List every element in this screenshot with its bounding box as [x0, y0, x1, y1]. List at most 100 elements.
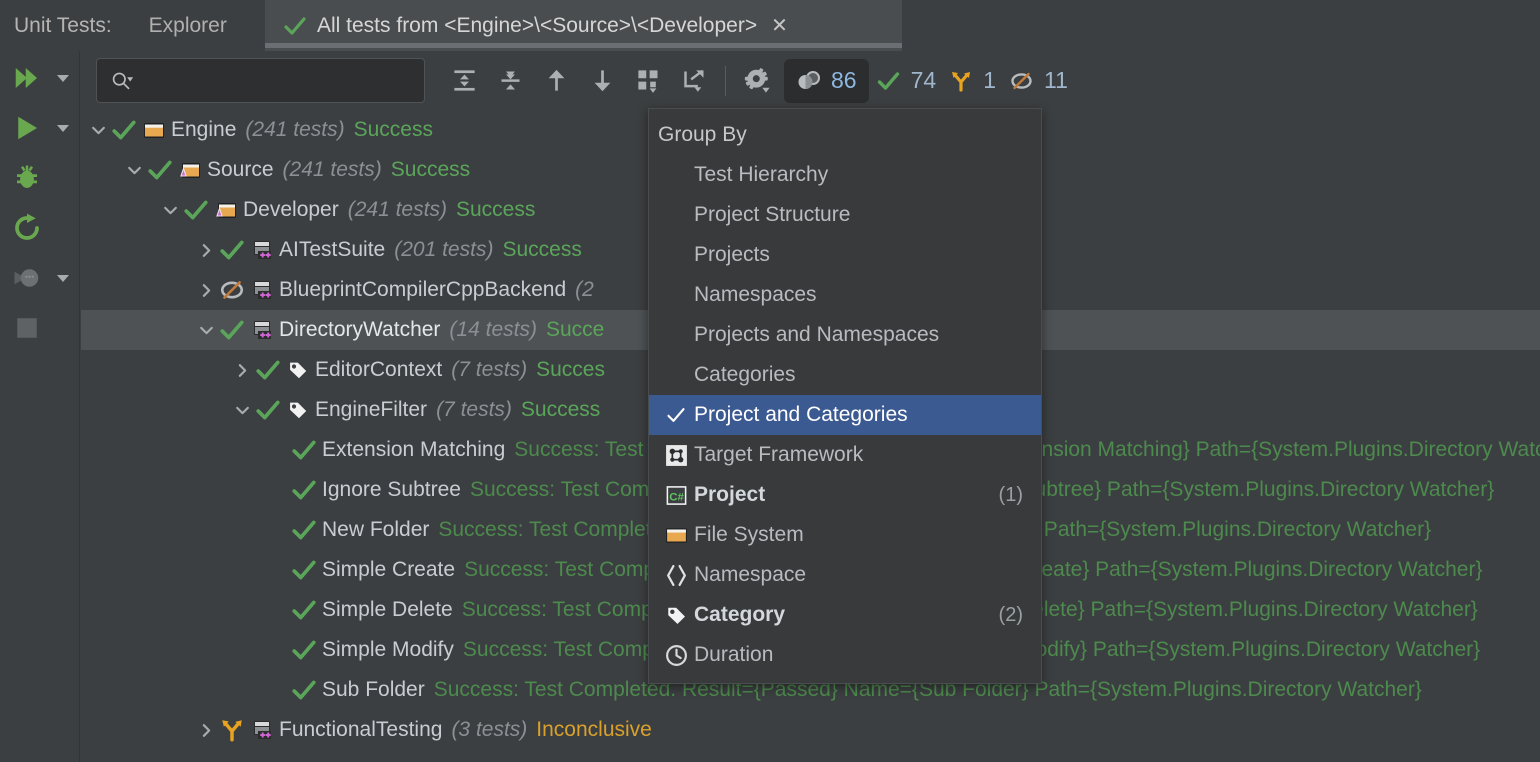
- coverage-button[interactable]: [4, 255, 50, 301]
- tree-twisty-placeholder: [265, 670, 291, 710]
- menu-item-target-framework[interactable]: Target Framework: [649, 435, 1041, 475]
- close-icon[interactable]: ✕: [771, 16, 788, 36]
- tree-row-name: Sub Folder: [322, 678, 425, 702]
- tree-row-status: Succes: [536, 358, 605, 382]
- check-icon: [219, 237, 245, 263]
- tree-twisty-placeholder: [265, 430, 291, 470]
- tree-row-name: AITestSuite: [279, 238, 385, 262]
- tab-explorer[interactable]: Explorer: [149, 14, 227, 38]
- tree-indent: [81, 450, 265, 451]
- debug-button[interactable]: [4, 155, 50, 201]
- chevron-down-icon[interactable]: [121, 150, 147, 190]
- menu-item-project-structure[interactable]: Project Structure: [649, 195, 1041, 235]
- menu-item-label: Namespace: [694, 563, 1023, 587]
- run-all-button[interactable]: [4, 55, 50, 101]
- tree-row-status: Success: [521, 398, 600, 422]
- menu-criteria-list: Target FrameworkC#Project(1) File System N…: [649, 435, 1041, 675]
- tree-row[interactable]: FunctionalTesting (3 tests) Inconclusive: [81, 710, 1540, 750]
- chevron-right-icon[interactable]: [193, 270, 219, 310]
- expand-all-button[interactable]: [441, 58, 487, 104]
- tree-indent: [81, 250, 193, 251]
- menu-item-label: File System: [694, 523, 1023, 547]
- group-by-menu[interactable]: Group By Test HierarchyProject Structure…: [648, 108, 1042, 684]
- menu-item-duration[interactable]: Duration: [649, 635, 1041, 675]
- stop-button[interactable]: [4, 305, 50, 351]
- tree-twisty-placeholder: [265, 550, 291, 590]
- check-icon: [875, 69, 902, 93]
- ignored-tests-counter[interactable]: 11: [1002, 58, 1074, 104]
- tree-row-name: DirectoryWatcher: [279, 318, 440, 342]
- rerun-button[interactable]: [4, 205, 50, 251]
- check-icon: [283, 14, 307, 38]
- menu-item-project-and-categories[interactable]: Project and Categories: [649, 395, 1041, 435]
- run-caret-icon[interactable]: [52, 105, 74, 151]
- tree-row-count: (3 tests): [451, 718, 527, 742]
- unit-tests-window: Unit Tests: Explorer All tests from <Eng…: [0, 0, 1540, 762]
- check-icon: [291, 637, 317, 663]
- chevron-down-icon[interactable]: [85, 110, 111, 150]
- panel-title: Unit Tests:: [0, 14, 112, 38]
- menu-item-projects[interactable]: Projects: [649, 235, 1041, 275]
- source-folder-icon: [178, 158, 202, 182]
- check-icon: [255, 357, 281, 383]
- chevron-down-icon[interactable]: [157, 190, 183, 230]
- coverage-caret-icon[interactable]: [52, 255, 74, 301]
- menu-item-projects-and-namespaces[interactable]: Projects and Namespaces: [649, 315, 1041, 355]
- tree-row-status: Success: [502, 238, 581, 262]
- search-input[interactable]: [96, 58, 425, 103]
- collapse-all-button[interactable]: [487, 58, 533, 104]
- chevron-right-icon[interactable]: [193, 710, 219, 750]
- menu-item-namespace[interactable]: Namespace: [649, 555, 1041, 595]
- menu-item-file-system[interactable]: File System: [649, 515, 1041, 555]
- run-toolbar-rail: [0, 51, 80, 762]
- target-framework-icon: [658, 443, 694, 468]
- menu-item-label: Category: [694, 603, 999, 627]
- tree-indent: [81, 370, 229, 371]
- tree-row-name: FunctionalTesting: [279, 718, 442, 742]
- next-button[interactable]: [579, 58, 625, 104]
- svg-text:C#: C#: [669, 491, 684, 503]
- options-button[interactable]: [734, 58, 780, 104]
- chevron-down-icon[interactable]: [229, 390, 255, 430]
- total-tests-counter[interactable]: 86: [784, 59, 869, 103]
- folder-icon: [142, 118, 166, 142]
- chevron-right-icon[interactable]: [229, 350, 255, 390]
- inconclusive-tests-counter[interactable]: 1: [942, 58, 1002, 104]
- check-icon: [291, 477, 317, 503]
- check-icon: [291, 557, 317, 583]
- passed-tests-counter[interactable]: 74: [869, 58, 943, 104]
- menu-item-count: (1): [999, 484, 1023, 507]
- inconclusive-tests-value: 1: [983, 67, 996, 94]
- tab-label: All tests from <Engine>\<Source>\<Develo…: [317, 14, 757, 38]
- chevron-right-icon[interactable]: [193, 230, 219, 270]
- menu-item-categories[interactable]: Categories: [649, 355, 1041, 395]
- ignored-icon: [1008, 69, 1035, 93]
- menu-item-category[interactable]: Category(2): [649, 595, 1041, 635]
- test-toolbar: 86 74 1: [80, 51, 1540, 110]
- menu-item-test-hierarchy[interactable]: Test Hierarchy: [649, 155, 1041, 195]
- tree-twisty-placeholder: [265, 590, 291, 630]
- tree-row-count: (7 tests): [436, 398, 512, 422]
- group-by-button[interactable]: [625, 58, 671, 104]
- cpp-project-icon: [250, 278, 274, 302]
- tree-row-name: Extension Matching: [322, 438, 505, 462]
- source-folder-icon: [214, 198, 238, 222]
- run-all-caret-icon[interactable]: [52, 55, 74, 101]
- menu-item-label: Categories: [694, 363, 1023, 387]
- run-button[interactable]: [4, 105, 50, 151]
- tree-row-status: Success: [456, 198, 535, 222]
- tree-row-status: Success: [354, 118, 433, 142]
- folder-icon: [658, 523, 694, 548]
- menu-item-namespaces[interactable]: Namespaces: [649, 275, 1041, 315]
- check-icon: [111, 117, 137, 143]
- tree-row-count: (2: [575, 278, 594, 302]
- menu-item-project[interactable]: C#Project(1): [649, 475, 1041, 515]
- previous-button[interactable]: [533, 58, 579, 104]
- check-icon: [658, 405, 694, 425]
- export-button[interactable]: [671, 58, 717, 104]
- angle-brackets-icon: [658, 563, 694, 588]
- chevron-down-icon[interactable]: [193, 310, 219, 350]
- tag-icon: [286, 398, 310, 422]
- toolbar-divider: [725, 66, 726, 96]
- tree-row-status: Inconclusive: [536, 718, 652, 742]
